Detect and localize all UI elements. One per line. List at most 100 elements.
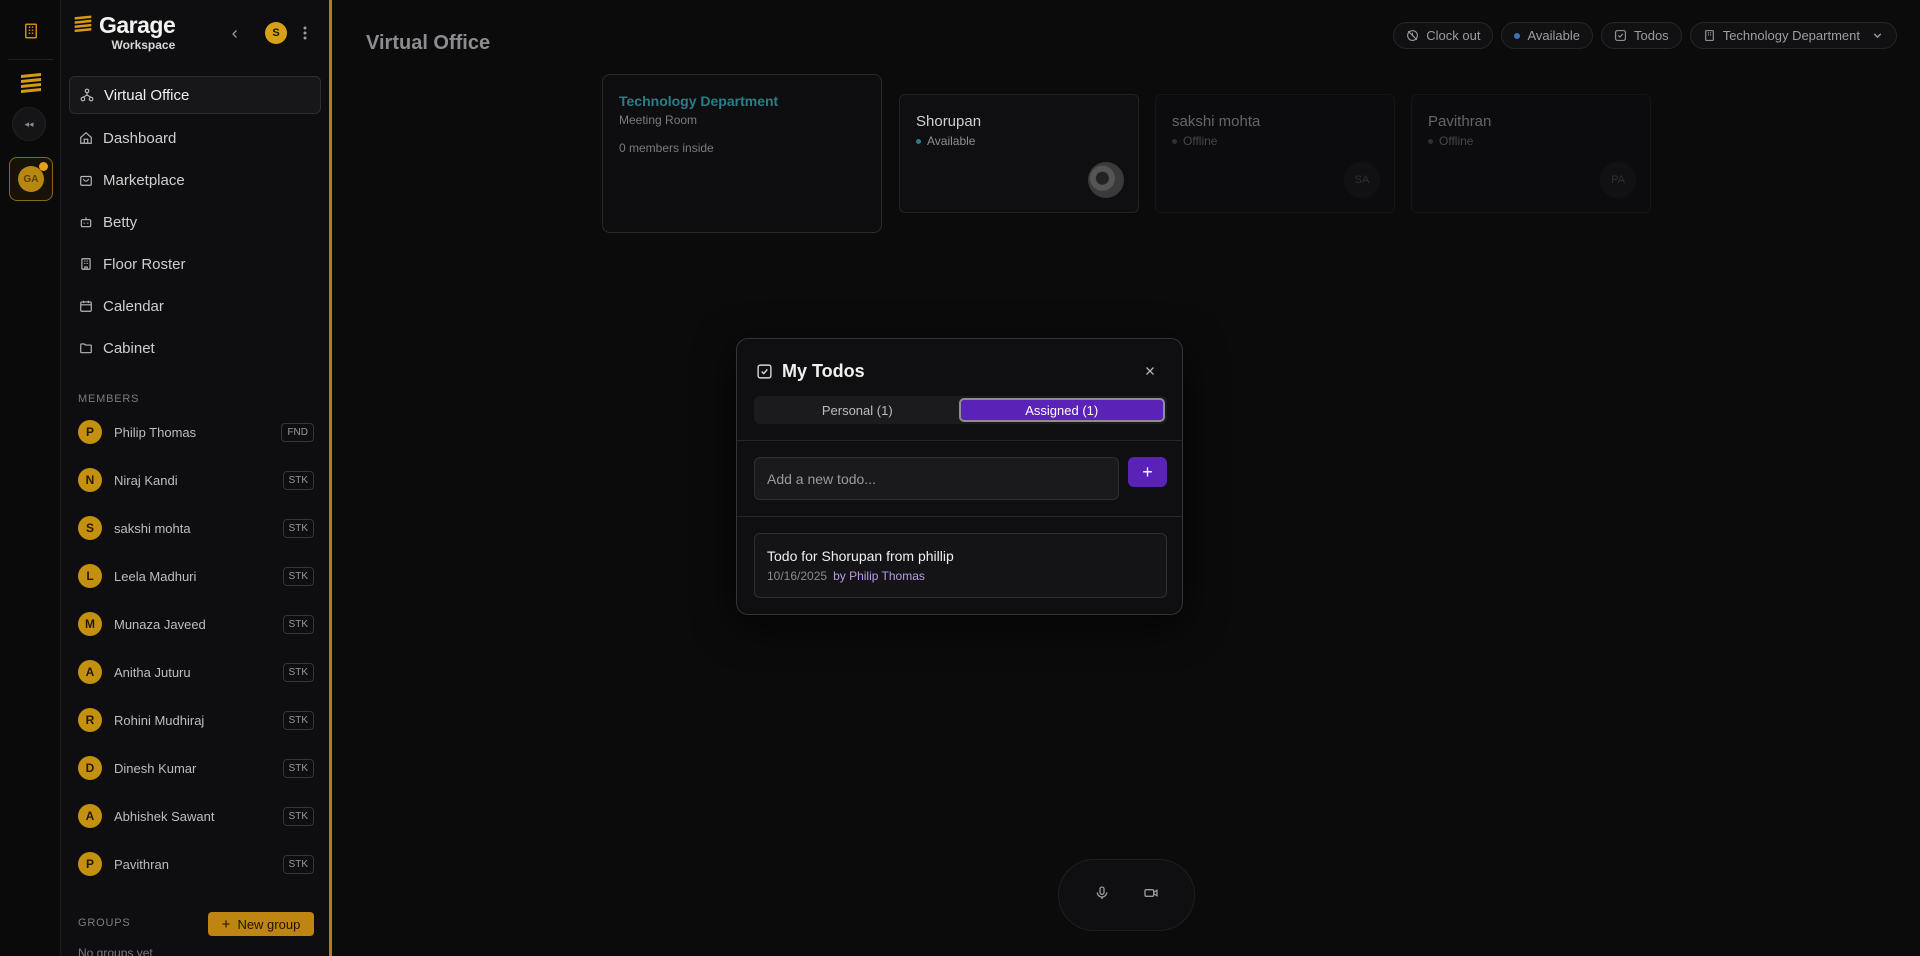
department-select[interactable]: Technology Department <box>1689 22 1897 49</box>
microphone-button[interactable] <box>1094 885 1110 906</box>
sidebar-item-floor-roster[interactable]: Floor Roster <box>69 245 321 283</box>
user-avatar[interactable]: S <box>265 22 287 44</box>
clock-off-icon <box>1407 30 1419 41</box>
brand-subtitle: Workspace <box>111 38 176 52</box>
member-name: Dinesh Kumar <box>114 760 197 776</box>
chevron-left-icon <box>232 30 237 38</box>
more-options-button[interactable] <box>299 22 311 44</box>
workspace-avatar[interactable]: GA <box>9 157 53 201</box>
avatar: S <box>78 516 102 540</box>
person-card[interactable]: Shorupan Available <box>899 94 1139 213</box>
person-status: Offline <box>1172 134 1378 148</box>
todo-item[interactable]: Todo for Shorupan from phillip 10/16/202… <box>754 533 1167 598</box>
sidebar-item-label: Marketplace <box>103 171 185 189</box>
page-title: Virtual Office <box>366 32 491 54</box>
member-item[interactable]: A Anitha Juturu STK <box>78 658 314 686</box>
sidebar-item-cabinet[interactable]: Cabinet <box>69 329 321 367</box>
sidebar-item-calendar[interactable]: Calendar <box>69 287 321 325</box>
bot-icon <box>79 215 93 229</box>
todos-button[interactable]: Todos <box>1600 22 1682 49</box>
role-badge: STK <box>282 710 314 730</box>
member-item[interactable]: N Niraj Kandi STK <box>78 466 314 494</box>
garage-logo-icon <box>74 15 92 33</box>
person-card[interactable]: Pavithran Offline PA <box>1411 94 1651 213</box>
new-group-button[interactable]: + New group <box>208 912 314 936</box>
member-name: sakshi mohta <box>114 520 191 536</box>
voice-indicator-icon[interactable]: ◂◂ <box>12 107 46 141</box>
modal-header: My Todos <box>756 361 865 382</box>
network-icon <box>80 88 94 102</box>
member-item[interactable]: P Philip Thomas FND <box>78 418 314 446</box>
sidebar-item-marketplace[interactable]: Marketplace <box>69 161 321 199</box>
building-icon[interactable] <box>9 9 53 53</box>
close-button[interactable] <box>1142 363 1158 379</box>
member-item[interactable]: P Pavithran STK <box>78 850 314 878</box>
sidebar-item-betty[interactable]: Betty <box>69 203 321 241</box>
room-subtitle: Meeting Room <box>619 113 698 127</box>
divider <box>737 516 1182 517</box>
meeting-room-card[interactable]: Technology Department Meeting Room 0 mem… <box>602 74 882 233</box>
role-badge: STK <box>282 854 314 874</box>
members-heading: MEMBERS <box>78 393 140 405</box>
brand-name: Garage <box>99 12 176 38</box>
todo-date: 10/16/2025 <box>767 569 828 583</box>
member-item[interactable]: L Leela Madhuri STK <box>78 562 314 590</box>
role-badge: STK <box>282 518 314 538</box>
check-square-icon <box>1615 30 1626 41</box>
status-label: Available <box>1527 28 1580 43</box>
member-item[interactable]: R Rohini Mudhiraj STK <box>78 706 314 734</box>
role-badge: STK <box>282 662 314 682</box>
camera-button[interactable] <box>1143 885 1159 906</box>
tab-personal[interactable]: Personal (1) <box>756 398 959 422</box>
garage-logo-icon[interactable] <box>9 60 53 104</box>
sidebar-item-virtual-office[interactable]: Virtual Office <box>69 76 321 114</box>
member-item[interactable]: A Abhishek Sawant STK <box>78 802 314 830</box>
status-dot <box>1428 138 1433 144</box>
member-item[interactable]: S sakshi mohta STK <box>78 514 314 542</box>
room-member-count: 0 members inside <box>619 141 714 155</box>
person-card[interactable]: sakshi mohta Offline SA <box>1155 94 1395 213</box>
folder-icon <box>79 341 93 355</box>
sidebar-item-label: Virtual Office <box>104 86 190 104</box>
check-square-icon <box>757 364 772 379</box>
sidebar-item-dashboard[interactable]: Dashboard <box>69 119 321 157</box>
role-badge: STK <box>282 566 314 586</box>
todos-label: Todos <box>1633 28 1669 43</box>
todos-modal: My Todos Personal (1) Assigned (1) + Tod… <box>736 338 1183 615</box>
add-todo-button[interactable]: + <box>1128 457 1167 487</box>
plus-icon: + <box>221 915 231 933</box>
shopping-bag-icon <box>79 173 93 187</box>
groups-heading: GROUPS <box>78 917 131 929</box>
avatar: M <box>78 612 102 636</box>
avatar <box>1088 162 1124 198</box>
role-badge: STK <box>282 806 314 826</box>
no-groups-text: No groups yet <box>78 946 153 956</box>
app-rail: ◂◂ GA <box>0 0 61 956</box>
department-label: Technology Department <box>1722 28 1860 43</box>
avatar: N <box>78 468 102 492</box>
voice-indicator-glyph: ◂◂ <box>24 118 34 129</box>
call-controls <box>1058 859 1195 931</box>
room-title: Technology Department <box>619 93 779 109</box>
status-dot <box>1514 32 1521 39</box>
avatar: A <box>78 804 102 828</box>
clock-out-label: Clock out <box>1426 28 1481 43</box>
avatar: PA <box>1600 162 1636 198</box>
todo-meta: 10/16/2025 by Philip Thomas <box>767 569 1154 583</box>
avatar: L <box>78 564 102 588</box>
member-item[interactable]: M Munaza Javeed STK <box>78 610 314 638</box>
clock-out-button[interactable]: Clock out <box>1393 22 1494 49</box>
todo-assigner: by Philip Thomas <box>833 569 925 583</box>
new-todo-input[interactable] <box>754 457 1119 500</box>
tab-assigned[interactable]: Assigned (1) <box>958 398 1165 422</box>
collapse-sidebar-button[interactable] <box>225 24 245 44</box>
avatar: R <box>78 708 102 732</box>
brand[interactable]: Garage Workspace <box>73 12 176 52</box>
sidebar-item-label: Calendar <box>103 297 164 315</box>
member-item[interactable]: D Dinesh Kumar STK <box>78 754 314 782</box>
modal-title: My Todos <box>782 361 865 381</box>
sidebar-item-label: Floor Roster <box>103 255 186 273</box>
avatar: P <box>78 852 102 876</box>
status-button[interactable]: Available <box>1501 22 1593 49</box>
avatar: P <box>78 420 102 444</box>
